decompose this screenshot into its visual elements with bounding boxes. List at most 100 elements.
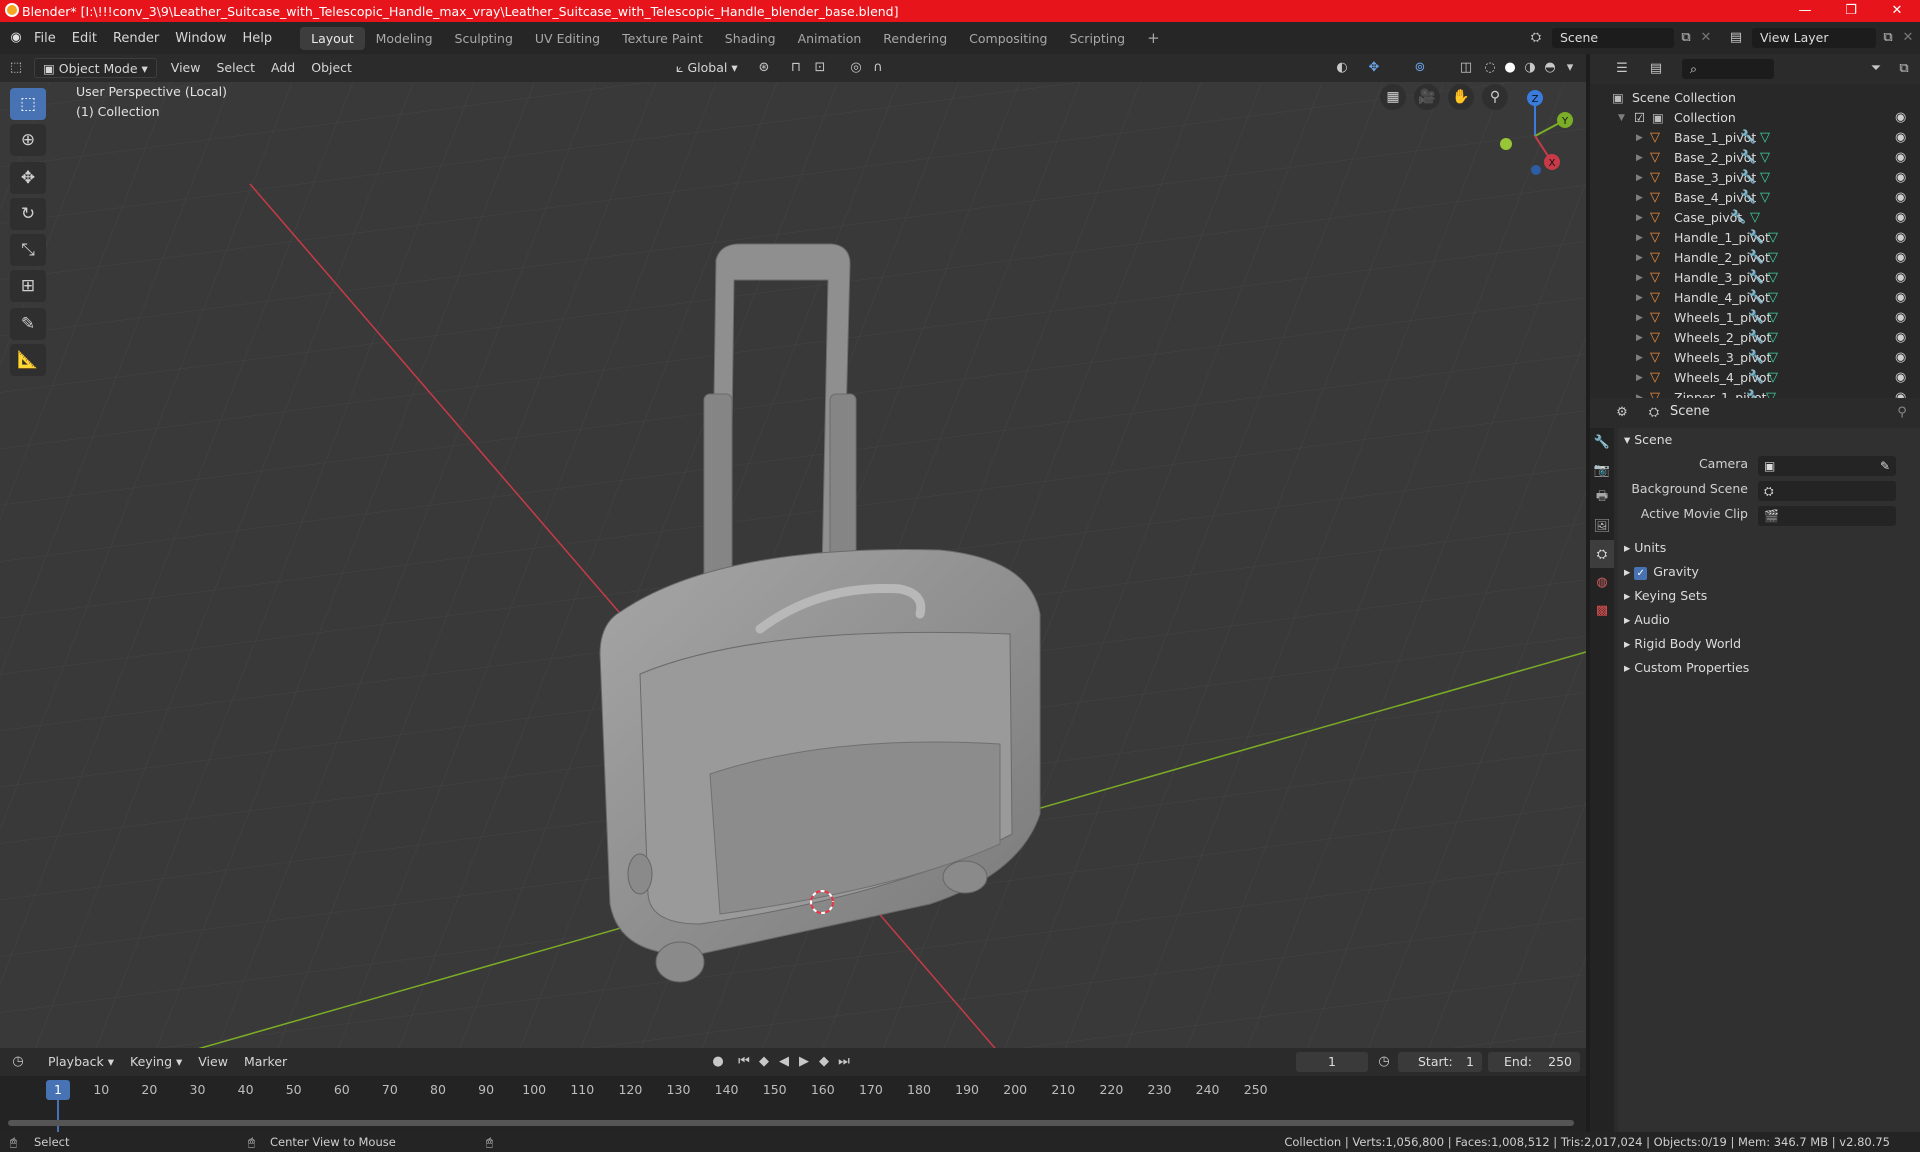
property-panel-header[interactable]: ▸ Rigid Body World — [1624, 636, 1741, 651]
property-panel-header[interactable]: ▸ Units — [1624, 540, 1666, 555]
display-mode-icon[interactable]: ▤ — [1646, 59, 1666, 79]
blender-menu-icon[interactable]: ◉ — [6, 28, 26, 48]
view-layer-tab-icon[interactable]: 🖼 — [1590, 512, 1614, 540]
mesh-data-icon[interactable]: ▽ — [1768, 368, 1778, 388]
mesh-data-icon[interactable]: ▽ — [1768, 328, 1778, 348]
scene-tab-icon[interactable]: ⛭ — [1590, 540, 1614, 568]
menu-window[interactable]: Window — [167, 31, 234, 46]
timeline-ruler[interactable]: 1 10 20 30 40 50 60 70 80 90 100 110 120 130 140 150 160… — [0, 1076, 1586, 1132]
expand-icon[interactable]: ▶ — [1636, 168, 1643, 188]
property-panel-header[interactable]: ▸ Audio — [1624, 612, 1670, 627]
modifier-wrench-icon[interactable]: 🔧 — [1740, 188, 1756, 208]
expand-icon[interactable]: ▶ — [1636, 288, 1643, 308]
tab-scripting[interactable]: Scripting — [1059, 27, 1137, 50]
property-panel-header[interactable]: ▸ ✓ Gravity — [1624, 564, 1699, 580]
property-panel-header[interactable]: ▸ Keying Sets — [1624, 588, 1707, 603]
pan-view-icon[interactable]: ✋ — [1448, 84, 1474, 110]
property-panel-header[interactable]: ▸ Custom Properties — [1624, 660, 1749, 675]
camera-field[interactable]: ▣ ✎ — [1758, 456, 1896, 476]
visibility-eye-icon[interactable]: ◉ — [1895, 108, 1906, 128]
measure-tool[interactable]: 📐 — [10, 344, 46, 376]
active-movie-clip-field[interactable]: 🎬 — [1758, 506, 1896, 526]
render-tab-icon[interactable]: 📷 — [1590, 456, 1614, 484]
shading-material-icon[interactable]: ◑ — [1520, 58, 1540, 78]
visibility-eye-icon[interactable]: ◉ — [1895, 228, 1906, 248]
mesh-data-icon[interactable]: ▽ — [1760, 148, 1770, 168]
maximize-button[interactable]: ❐ — [1828, 0, 1874, 22]
modifier-wrench-icon[interactable]: 🔧 — [1748, 348, 1764, 368]
new-collection-icon[interactable]: ⧉ — [1894, 59, 1914, 79]
jump-end-icon[interactable]: ⏭ — [834, 1052, 854, 1072]
scene-section-header[interactable]: ▾ Scene — [1624, 432, 1672, 447]
visibility-eye-icon[interactable]: ◉ — [1895, 148, 1906, 168]
outliner-item[interactable]: ▶ ▽ Base_3_pivot 🔧 ▽ ◉ — [1590, 168, 1920, 188]
tab-animation[interactable]: Animation — [787, 27, 873, 50]
visibility-eye-icon[interactable]: ◉ — [1895, 288, 1906, 308]
visibility-eye-icon[interactable]: ◉ — [1895, 348, 1906, 368]
record-icon[interactable]: ● — [708, 1052, 728, 1072]
object-visibility-icon[interactable]: ◐ — [1332, 58, 1352, 78]
preview-range-icon[interactable]: ◷ — [1374, 1052, 1394, 1072]
current-frame-field[interactable]: 1 — [1296, 1052, 1368, 1072]
expand-icon[interactable]: ▶ — [1636, 328, 1643, 348]
tab-layout[interactable]: Layout — [300, 26, 365, 50]
expand-icon[interactable]: ▶ — [1636, 208, 1643, 228]
modifier-wrench-icon[interactable]: 🔧 — [1740, 148, 1756, 168]
new-view-layer-icon[interactable]: ⧉ — [1878, 28, 1898, 48]
menu-file[interactable]: File — [26, 31, 64, 46]
timeline-scrollbar[interactable] — [8, 1120, 1574, 1126]
modifier-wrench-icon[interactable]: 🔧 — [1748, 368, 1764, 388]
menu-help[interactable]: Help — [235, 31, 281, 46]
mesh-data-icon[interactable]: ▽ — [1768, 228, 1778, 248]
tab-shading[interactable]: Shading — [714, 27, 787, 50]
scene-name-field[interactable]: Scene — [1552, 28, 1674, 48]
outliner-item[interactable]: ▶ ▽ Handle_1_pivot 🔧 ▽ ◉ — [1590, 228, 1920, 248]
mesh-data-icon[interactable]: ▽ — [1760, 188, 1770, 208]
cursor-tool[interactable]: ⊕ — [10, 124, 46, 156]
gizmo-toggle-icon[interactable]: ✥ — [1364, 58, 1384, 78]
close-button[interactable]: ✕ — [1874, 0, 1920, 22]
expand-icon[interactable]: ▶ — [1636, 128, 1643, 148]
outliner-item[interactable]: ▶ ▽ Wheels_4_pivot 🔧 ▽ ◉ — [1590, 368, 1920, 388]
modifier-wrench-icon[interactable]: 🔧 — [1730, 208, 1746, 228]
world-tab-icon[interactable]: ◍ — [1590, 568, 1614, 596]
viewport-menu-add[interactable]: Add — [263, 58, 303, 78]
shading-rendered-icon[interactable]: ◓ — [1540, 58, 1560, 78]
mode-dropdown[interactable]: ▣ Object Mode ▾ — [34, 58, 157, 78]
end-frame-field[interactable]: End: 250 — [1488, 1052, 1580, 1072]
timeline-menu-marker[interactable]: Marker — [236, 1052, 295, 1072]
modifier-wrench-icon[interactable]: 🔧 — [1748, 308, 1764, 328]
filter-icon[interactable]: ⏷ — [1866, 59, 1886, 79]
timeline-menu-keying[interactable]: Keying ▾ — [122, 1052, 190, 1072]
timeline-menu-view[interactable]: View — [190, 1052, 236, 1072]
expand-icon[interactable]: ▶ — [1636, 308, 1643, 328]
outliner-item[interactable]: ▶ ▽ Case_pivot 🔧 ▽ ◉ — [1590, 208, 1920, 228]
new-scene-icon[interactable]: ⧉ — [1676, 28, 1696, 48]
transform-orientation-dropdown[interactable]: ⟀ Global ▾ — [668, 58, 746, 78]
visibility-eye-icon[interactable]: ◉ — [1895, 188, 1906, 208]
gravity-checkbox[interactable]: ✓ — [1634, 567, 1648, 580]
falloff-icon[interactable]: ∩ — [868, 58, 888, 78]
scale-tool[interactable]: ⤡ — [10, 234, 46, 266]
modifier-wrench-icon[interactable]: 🔧 — [1748, 328, 1764, 348]
snap-target-icon[interactable]: ⊡ — [810, 58, 830, 78]
menu-edit[interactable]: Edit — [64, 31, 105, 46]
outliner-item[interactable]: ▶ ▽ Base_2_pivot 🔧 ▽ ◉ — [1590, 148, 1920, 168]
modifier-wrench-icon[interactable]: 🔧 — [1748, 268, 1764, 288]
mesh-data-icon[interactable]: ▽ — [1768, 268, 1778, 288]
move-tool[interactable]: ✥ — [10, 162, 46, 194]
expand-icon[interactable]: ▶ — [1636, 188, 1643, 208]
outliner-item[interactable]: ▶ ▽ Handle_3_pivot 🔧 ▽ ◉ — [1590, 268, 1920, 288]
3d-viewport[interactable]: ⬚ ▣ Object Mode ▾ View Select Add Object… — [0, 54, 1586, 1048]
outliner-item[interactable]: ▶ ▽ Handle_4_pivot 🔧 ▽ ◉ — [1590, 288, 1920, 308]
outliner-item[interactable]: ▶ ▽ Base_4_pivot 🔧 ▽ ◉ — [1590, 188, 1920, 208]
mesh-data-icon[interactable]: ▽ — [1768, 348, 1778, 368]
view-layer-icon[interactable]: ▤ — [1726, 28, 1746, 48]
snap-icon[interactable]: ⊓ — [786, 58, 806, 78]
mesh-data-icon[interactable]: ▽ — [1760, 168, 1770, 188]
outliner-item[interactable]: ▶ ▽ Wheels_1_pivot 🔧 ▽ ◉ — [1590, 308, 1920, 328]
play-icon[interactable]: ▶ — [794, 1052, 814, 1072]
toggle-camera-grid-icon[interactable]: ▦ — [1380, 84, 1406, 110]
collapse-icon[interactable]: ▼ — [1618, 108, 1625, 128]
viewport-menu-object[interactable]: Object — [303, 58, 360, 78]
